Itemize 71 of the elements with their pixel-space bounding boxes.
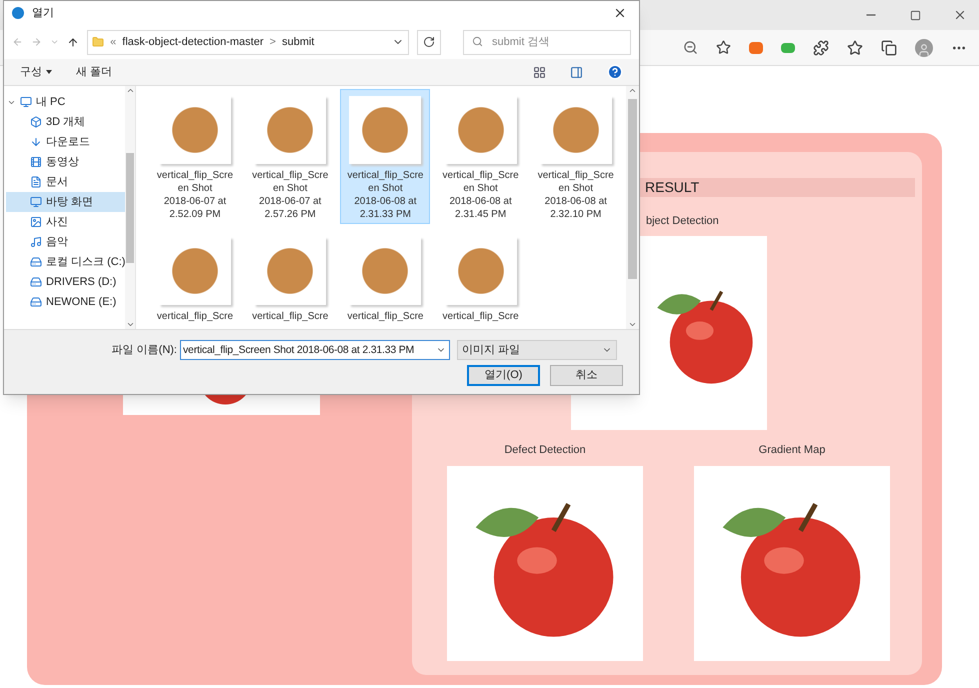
breadcrumb-separator: > [270, 34, 276, 50]
scroll-up-icon[interactable] [628, 86, 637, 95]
help-icon[interactable] [607, 64, 623, 80]
address-prefix: « [110, 34, 116, 50]
file-name: vertical_flip_Scre [252, 310, 328, 323]
avatar[interactable] [915, 38, 933, 56]
file-name: vertical_flip_Scre [347, 310, 424, 323]
file-item[interactable]: vertical_flip_Scre en Shot 2018-06-07 at 2.52.09 PM [150, 89, 240, 224]
scrollbar[interactable] [125, 86, 135, 329]
search-icon [472, 36, 483, 48]
sidebar-item[interactable]: 문서 [6, 172, 126, 192]
result-header: RESULT [640, 178, 915, 197]
scroll-up-icon[interactable] [126, 86, 135, 95]
refresh-icon[interactable] [423, 36, 436, 48]
file-name: vertical_flip_Scre [442, 310, 519, 323]
preview-pane-icon[interactable] [570, 66, 583, 78]
file-name: vertical_flip_Scre en Shot 2018-06-08 at 2.31.33 PM [347, 169, 424, 221]
dialog-button[interactable]: 취소 [550, 365, 623, 386]
favorites-icon[interactable] [847, 40, 863, 56]
sidebar-item[interactable]: 바탕 화면 [6, 192, 126, 212]
panel-title: Defect Detection [504, 442, 586, 458]
sidebar-item[interactable]: 음악 [6, 232, 126, 252]
view-icon[interactable] [533, 66, 546, 78]
scrollbar[interactable] [626, 86, 639, 329]
panel-title: bject Detection [646, 214, 719, 229]
up-icon[interactable] [67, 36, 80, 48]
file-name: vertical_flip_Scre en Shot 2018-06-08 at 2.32.10 PM [538, 169, 614, 221]
browser-logo-icon [12, 7, 24, 19]
dialog-button[interactable]: 열기(O) [467, 365, 540, 386]
file-item[interactable]: vertical_flip_Scre en Shot 2018-06-07 at 2.57.26 PM [245, 89, 336, 224]
filename-field[interactable]: vertical_flip_Screen Shot 2018-06-08 at 2.31.33 PM [180, 340, 450, 360]
sidebar-item[interactable]: DRIVERS (D:) [6, 272, 126, 292]
toolbar-button[interactable]: 새 폴더 [76, 64, 112, 80]
puzzle-icon[interactable] [813, 40, 829, 56]
filetype-dropdown[interactable]: 이미지 파일 [457, 340, 617, 360]
close-icon[interactable] [613, 6, 627, 20]
scroll-down-icon[interactable] [628, 320, 637, 329]
search-field[interactable]: submit 검색 [463, 30, 631, 55]
file-item[interactable]: vertical_flip_Scre en Shot 2018-06-08 at 2.32.10 PM [530, 89, 621, 224]
dialog-title: 열기 [32, 6, 54, 21]
sidebar-item[interactable]: 다운로드 [6, 132, 126, 152]
extension-icon[interactable] [749, 42, 763, 54]
sidebar-item[interactable]: 사진 [6, 212, 126, 232]
sidebar-item[interactable]: 동영상 [6, 152, 126, 172]
sidebar-item[interactable]: 로컬 디스크 (C:) [6, 252, 126, 272]
breadcrumb[interactable]: submit [282, 34, 314, 50]
file-item[interactable]: vertical_flip_Scre en Shot 2018-06-08 at 2.31.45 PM [436, 89, 526, 224]
file-item[interactable]: vertical_flip_Scre [150, 230, 240, 326]
file-name: vertical_flip_Scre en Shot 2018-06-08 at 2.31.45 PM [442, 169, 519, 221]
collections-icon[interactable] [881, 40, 897, 56]
file-name: vertical_flip_Scre [156, 310, 234, 323]
file-item[interactable]: vertical_flip_Scre en Shot 2018-06-08 at 2.31.33 PM [340, 89, 430, 224]
star-icon[interactable] [716, 40, 731, 55]
close-icon[interactable] [953, 8, 967, 22]
breadcrumb[interactable]: flask-object-detection-master [122, 34, 264, 50]
file-name: vertical_flip_Scre en Shot 2018-06-07 at 2.57.26 PM [252, 169, 328, 221]
toolbar-button[interactable]: 구성 [20, 64, 52, 80]
scroll-down-icon[interactable] [126, 320, 135, 329]
file-item[interactable]: vertical_flip_Scre [340, 230, 430, 326]
address-bar[interactable]: « flask-object-detection-master > submit [87, 30, 410, 54]
maximize-icon[interactable] [910, 10, 921, 20]
sidebar-item[interactable]: NEWONE (E:) [6, 292, 126, 312]
sidebar-item[interactable]: 3D 개체 [6, 112, 126, 132]
file-item[interactable]: vertical_flip_Scre [436, 230, 526, 326]
file-item[interactable]: vertical_flip_Scre [245, 230, 336, 326]
panel-title: Gradient Map [758, 442, 826, 458]
zoom-out-icon[interactable] [683, 40, 698, 55]
sidebar-item[interactable]: 내 PC [6, 92, 126, 112]
caret-icon [46, 70, 52, 74]
filename-label: 파일 이름(N): [110, 342, 178, 358]
file-name: vertical_flip_Scre en Shot 2018-06-07 at 2.52.09 PM [156, 169, 234, 221]
